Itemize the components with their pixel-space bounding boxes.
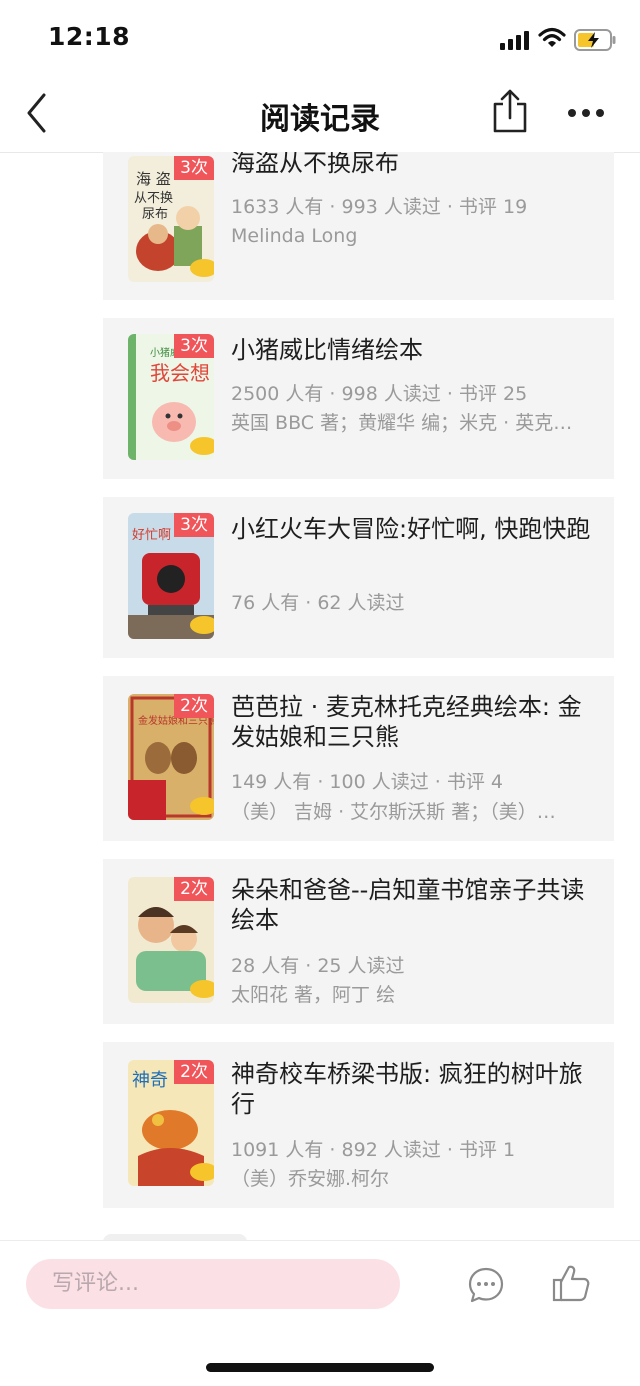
book-cover: 神奇 2次 [128,1060,214,1186]
battery-charging-icon [574,29,616,51]
read-count-badge: 2次 [174,877,214,901]
book-card[interactable]: 神奇 2次 神奇校车桥梁书版: 疯狂的树叶旅行 1091 人有 · 892 人读… [103,1042,614,1208]
book-card[interactable]: 2次 朵朵和爸爸--启知童书馆亲子共读绘本 28 人有 · 25 人读过 太阳花… [103,859,614,1024]
book-stats: 1633 人有 · 993 人读过 · 书评 19 [231,196,528,218]
like-icon[interactable] [552,1263,590,1303]
share-icon[interactable] [490,88,530,134]
book-author: （美） 吉姆 · 艾尔斯沃斯 著；（美）… [231,801,556,823]
book-stats: 28 人有 · 25 人读过 [231,955,405,977]
book-cover: 小猪威比 我会想 3次 [128,334,214,460]
read-count-badge: 3次 [174,156,214,180]
nav-bar: 阅读记录 [0,78,640,153]
book-card[interactable]: 好忙啊 3次 小红火车大冒险:好忙啊, 快跑快跑 76 人有 · 62 人读过 [103,497,614,658]
svg-text:我会想: 我会想 [150,361,210,385]
book-title: 小红火车大冒险:好忙啊, 快跑快跑 [231,515,591,543]
book-author: 太阳花 著，阿丁 绘 [231,984,396,1006]
book-cover: 2次 [128,877,214,1003]
read-count-badge: 2次 [174,694,214,718]
svg-text:好忙啊: 好忙啊 [132,528,171,543]
book-author: Melinda Long [231,225,358,247]
book-author: 英国 BBC 著；黄耀华 编；米克 · 英克… [231,412,573,434]
svg-text:尿布: 尿布 [142,207,168,222]
read-count-badge: 3次 [174,513,214,537]
reading-record-list: 海 盗 从不换 尿布 3次 海盗从不换尿布 1633 人有 · 993 人读过 … [0,152,640,1240]
book-title: 小猪威比情绪绘本 [231,336,423,364]
wifi-icon [538,27,566,47]
book-title: 海盗从不换尿布 [231,152,399,177]
svg-text:神奇: 神奇 [132,1070,168,1091]
book-cover: 海 盗 从不换 尿布 3次 [128,156,214,282]
book-title: 神奇校车桥梁书版: 疯狂的树叶旅行 [231,1060,583,1118]
read-count-badge: 3次 [174,334,214,358]
book-title: 芭芭拉 · 麦克林托克经典绘本: 金发姑娘和三只熊 [231,693,582,751]
book-author: （美）乔安娜.柯尔 [231,1168,390,1190]
book-stats: 2500 人有 · 998 人读过 · 书评 25 [231,383,528,405]
read-count-badge: 2次 [174,1060,214,1084]
book-card[interactable]: 海 盗 从不换 尿布 3次 海盗从不换尿布 1633 人有 · 993 人读过 … [103,152,614,300]
book-cover: 金发姑娘和三只熊 2次 [128,694,214,820]
book-stats: 1091 人有 · 892 人读过 · 书评 1 [231,1139,516,1161]
svg-text:从不换: 从不换 [134,191,173,206]
page-title: 阅读记录 [260,102,380,137]
book-cover: 好忙啊 3次 [128,513,214,639]
book-card[interactable]: 小猪威比 我会想 3次 小猪威比情绪绘本 2500 人有 · 998 人读过 ·… [103,318,614,479]
comment-input[interactable]: 写评论... [26,1259,400,1309]
book-card[interactable]: 金发姑娘和三只熊 2次 芭芭拉 · 麦克林托克经典绘本: 金发姑娘和三只熊 14… [103,676,614,841]
bottom-bar: 写评论... [0,1240,640,1386]
status-time: 12:18 [48,22,131,51]
book-title: 朵朵和爸爸--启知童书馆亲子共读绘本 [231,876,585,934]
signal-icon [500,31,529,50]
book-stats: 149 人有 · 100 人读过 · 书评 4 [231,771,503,793]
comment-icon[interactable] [468,1267,504,1303]
more-icon[interactable] [566,106,606,120]
book-stats: 76 人有 · 62 人读过 [231,592,405,614]
status-bar: 12:18 [0,0,640,78]
svg-text:海 盗: 海 盗 [136,170,171,188]
home-indicator [206,1363,434,1372]
